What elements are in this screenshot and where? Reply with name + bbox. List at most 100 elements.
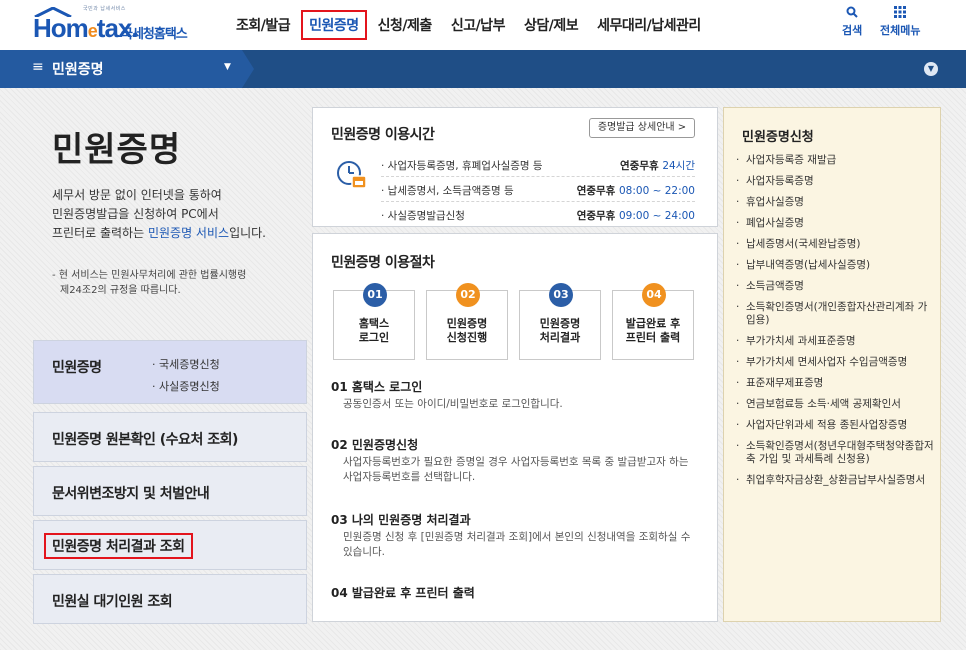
step-02-line-1: 민원증명 [446, 317, 488, 330]
menu-civil-certificate[interactable]: 민원증명 · 국세증명신청 · 사실증명신청 [33, 340, 307, 404]
apply-item[interactable]: 폐업사실증명 [736, 217, 934, 230]
procedure-title: 민원증명 이용절차 [331, 255, 435, 271]
global-nav: 조회/발급 민원증명 신청/제출 신고/납부 상담/제보 세무대리/납세관리 [228, 10, 712, 40]
hours-row-1-value: 연중무휴 24시간 [620, 158, 695, 173]
apply-item[interactable]: 소득금액증명 [736, 280, 934, 293]
step-02-line-2: 신청진행 [446, 331, 488, 344]
step-02: 02 민원증명 신청진행 [426, 283, 508, 360]
top-header: 국민과 납세서비스 Hometax. 국세청홈택스 조회/발급 민원증명 신청/… [0, 0, 966, 50]
apply-item[interactable]: 부가가치세 면세사업자 수입금액증명 [736, 356, 934, 369]
step-01-number: 01 [363, 283, 387, 307]
menu-original-check[interactable]: 민원증명 원본확인 (수요처 조회) [33, 412, 307, 462]
step-04-number: 04 [642, 283, 666, 307]
desc-line-3: 프린터로 출력하는 민원증명 서비스입니다. [52, 224, 302, 243]
service-link[interactable]: 민원증명 서비스 [148, 226, 229, 240]
procedure-item-3-title: 03 나의 민원증명 처리결과 [331, 513, 471, 527]
apply-item[interactable]: 소득확인증명서(청년우대형주택청약종합저축 가입 및 과세특례 신청용) [736, 440, 934, 466]
logo-korean: 국세청홈택스 [121, 27, 188, 42]
menu-waiting-inquiry-label: 민원실 대기인원 조회 [52, 594, 173, 610]
procedure-item-4-title: 04 발급완료 후 프린터 출력 [331, 586, 475, 600]
step-01: 01 홈택스 로그인 [333, 283, 415, 360]
hometax-logo[interactable]: 국민과 납세서비스 Hometax. 국세청홈택스 [33, 5, 213, 45]
apply-item[interactable]: 표준재무제표증명 [736, 377, 934, 390]
hours-row-3-value-prefix: 연중무휴 [576, 210, 619, 222]
procedure-item-2-text: 사업자등록번호가 필요한 증명일 경우 사업자등록번호 목록 중 발급받고자 하… [343, 456, 689, 483]
logo-slogan: 국민과 납세서비스 [83, 6, 126, 12]
note-line-2: 제24조2의 규정을 따릅니다. [60, 285, 181, 296]
procedure-item-3-text: 민원증명 신청 후 [민원증명 처리결과 조회]에서 본인의 신청내역을 조회하… [343, 531, 691, 558]
apply-item[interactable]: 연금보험료등 소득·세액 공제확인서 [736, 398, 934, 411]
search-button[interactable]: 검색 [842, 6, 862, 38]
nav-inquiry-issue[interactable]: 조회/발급 [228, 10, 298, 40]
sub-nav-arrow [242, 50, 254, 88]
hours-row-1-value-time: 24시간 [662, 160, 695, 172]
chevron-down-icon[interactable]: ▼ [924, 62, 938, 76]
apply-list: 사업자등록증 재발급 사업자등록증명 휴업사실증명 폐업사실증명 납세증명서(국… [736, 154, 934, 495]
hours-row-3-value-time: 09:00 ~ 24:00 [619, 210, 695, 222]
step-04-text: 발급완료 후 프린터 출력 [613, 317, 693, 345]
clock-calendar-icon [337, 161, 367, 189]
menu-result-inquiry-label: 민원증명 처리결과 조회 [44, 533, 193, 559]
nav-apply-submit[interactable]: 신청/제출 [370, 10, 440, 40]
nav-consult-report[interactable]: 상담/제보 [516, 10, 586, 40]
all-menu-button[interactable]: 전체메뉴 [880, 6, 920, 38]
step-02-number: 02 [456, 283, 480, 307]
desc-line-1: 세무서 방문 없이 인터넷을 통하여 [52, 188, 222, 202]
menu-civil-certificate-label: 민원증명 [52, 360, 102, 376]
apply-item[interactable]: 휴업사실증명 [736, 196, 934, 209]
hours-panel: 민원증명 이용시간 증명발급 상세안내 > · 사업자등록증명, 휴폐업사실증명… [312, 107, 718, 227]
step-02-text: 민원증명 신청진행 [427, 317, 507, 345]
menu-original-check-label: 민원증명 원본확인 (수요처 조회) [52, 432, 238, 448]
apply-item[interactable]: 사업자단위과세 적용 종된사업장증명 [736, 419, 934, 432]
apply-item[interactable]: 사업자등록증명 [736, 175, 934, 188]
apply-item[interactable]: 취업후학자금상환_상환금납부사실증명서 [736, 474, 934, 487]
step-01-text: 홈택스 로그인 [334, 317, 414, 345]
menu-waiting-inquiry[interactable]: 민원실 대기인원 조회 [33, 574, 307, 624]
step-04-line-1: 발급완료 후 [625, 317, 681, 330]
nav-civil-certificate[interactable]: 민원증명 [301, 10, 367, 40]
step-04: 04 발급완료 후 프린터 출력 [612, 283, 694, 360]
hours-divider [381, 201, 695, 202]
step-03-text: 민원증명 처리결과 [520, 317, 600, 345]
step-03-line-2: 처리결과 [539, 331, 581, 344]
hours-divider [381, 176, 695, 177]
apply-item[interactable]: 소득확인증명서(개인종합자산관리계좌 가입용) [736, 301, 934, 327]
menu-fact-cert[interactable]: · 사실증명신청 [152, 378, 220, 394]
note-line-1: - 현 서비스는 민원사무처리에 관한 법률시행령 [52, 270, 247, 281]
hours-row-1-value-prefix: 연중무휴 [620, 160, 663, 172]
hamburger-icon: ≡ [32, 59, 44, 75]
hours-row-1-label: · 사업자등록증명, 휴폐업사실증명 등 [381, 160, 543, 172]
apply-item[interactable]: 사업자등록증 재발급 [736, 154, 934, 167]
current-menu-label: 민원증명 [52, 62, 104, 78]
desc-line-3-a: 프린터로 출력하는 [52, 226, 148, 240]
sub-nav-bar: 민원증명 ≡ ▼ ▼ [0, 50, 966, 88]
apply-item[interactable]: 납부내역증명(납세사실증명) [736, 259, 934, 272]
menu-result-inquiry[interactable]: 민원증명 처리결과 조회 [33, 520, 307, 570]
nav-agent-management[interactable]: 세무대리/납세관리 [589, 10, 709, 40]
menu-forgery-prevention[interactable]: 문서위변조방지 및 처벌안내 [33, 466, 307, 516]
search-icon [842, 6, 862, 22]
apply-title: 민원증명신청 [742, 130, 814, 145]
apply-item[interactable]: 납세증명서(국세완납증명) [736, 238, 934, 251]
grid-icon [880, 6, 920, 22]
apply-item[interactable]: 부가가치세 과세표준증명 [736, 335, 934, 348]
hours-row-2-value-time: 08:00 ~ 22:00 [619, 185, 695, 197]
procedure-item-1-text: 공동인증서 또는 아이디/비밀번호로 로그인합니다. [343, 398, 563, 410]
desc-line-2: 민원증명발급을 신청하여 PC에서 [52, 207, 219, 221]
hours-row-3: · 사실증명발급신청 연중무휴 09:00 ~ 24:00 [381, 208, 695, 223]
hours-row-2-label: · 납세증명서, 소득금액증명 등 [381, 185, 514, 197]
procedure-item-1-title: 01 홈택스 로그인 [331, 380, 423, 394]
step-04-line-2: 프린터 출력 [625, 331, 681, 344]
hours-row-2: · 납세증명서, 소득금액증명 등 연중무휴 08:00 ~ 22:00 [381, 183, 695, 198]
step-03: 03 민원증명 처리결과 [519, 283, 601, 360]
all-menu-label: 전체메뉴 [880, 24, 921, 37]
page-description: 세무서 방문 없이 인터넷을 통하여 민원증명발급을 신청하여 PC에서 프린터… [52, 186, 302, 243]
menu-forgery-prevention-label: 문서위변조방지 및 처벌안내 [52, 486, 210, 502]
hours-row-1: · 사업자등록증명, 휴폐업사실증명 등 연중무휴 24시간 [381, 158, 695, 173]
caret-down-icon: ▼ [224, 62, 231, 72]
hours-row-2-value-prefix: 연중무휴 [576, 185, 619, 197]
nav-report-pay[interactable]: 신고/납부 [443, 10, 513, 40]
page-title: 민원증명 [52, 130, 182, 170]
detail-guide-button[interactable]: 증명발급 상세안내 > [589, 118, 695, 138]
menu-national-tax-cert[interactable]: · 국세증명신청 [152, 356, 220, 372]
